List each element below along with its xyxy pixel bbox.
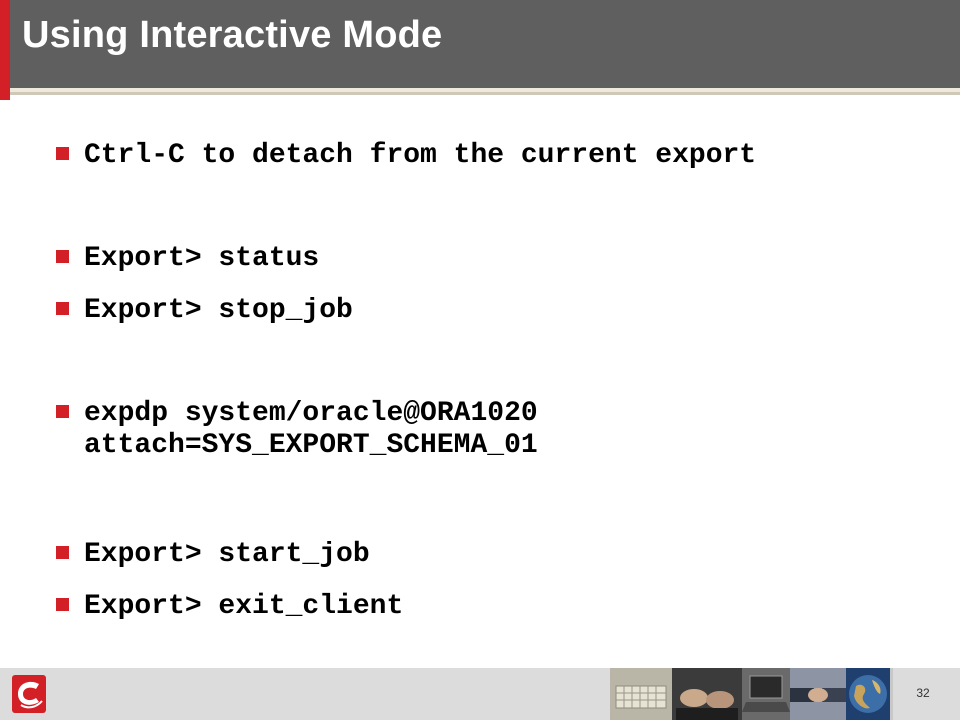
laptop-photo-icon (742, 668, 790, 720)
title-divider-shadow (10, 92, 960, 95)
bullet-marker-icon (56, 405, 69, 418)
keyboard-photo-icon (610, 668, 672, 720)
bullet-marker-icon (56, 302, 69, 315)
bullet-text: Export> exit_client (84, 591, 404, 622)
bullet-text-line-2: attach=SYS_EXPORT_SCHEMA_01 (84, 430, 538, 461)
globe-photo-icon (846, 668, 890, 720)
bullet-text: Export> status (84, 243, 320, 274)
bullet-marker-icon (56, 546, 69, 559)
bullet-marker-icon (56, 147, 69, 160)
title-accent-bar (0, 0, 10, 100)
page-number: 32 (916, 686, 930, 700)
photo-strip (610, 668, 890, 720)
bullet-marker-icon (56, 250, 69, 263)
bullet-marker-icon (56, 598, 69, 611)
slide-title: Using Interactive Mode (22, 14, 443, 56)
bullet-text: Export> start_job (84, 539, 370, 570)
hands-typing-photo-icon (672, 668, 742, 720)
footer-divider (890, 668, 893, 720)
company-logo-icon (12, 675, 46, 713)
bullet-text-line-1: expdp system/oracle@ORA1020 (84, 398, 538, 429)
handshake-photo-icon (790, 668, 846, 720)
bullet-text: Ctrl-C to detach from the current export (84, 140, 757, 171)
bullet-text: Export> stop_job (84, 295, 353, 326)
